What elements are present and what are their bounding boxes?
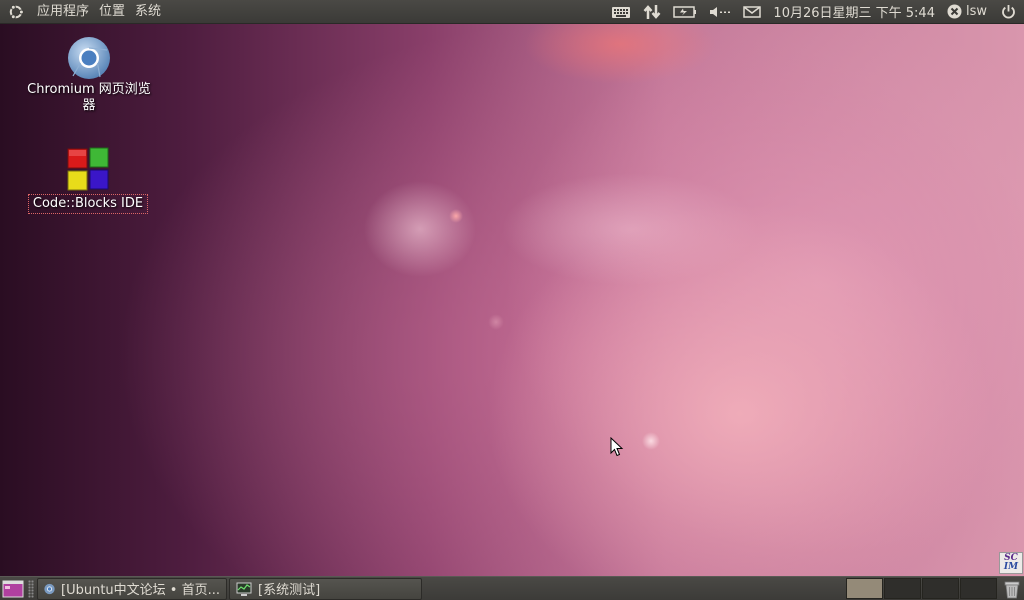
- trash-icon[interactable]: [1001, 578, 1023, 600]
- ubuntu-logo-icon[interactable]: [6, 2, 26, 22]
- show-desktop-button[interactable]: [1, 578, 25, 600]
- taskbar-button-label: [Ubuntu中文论坛 • 首页...: [61, 583, 220, 598]
- codeblocks-icon: [67, 147, 109, 191]
- mail-icon[interactable]: [743, 0, 762, 24]
- user-name[interactable]: lsw: [966, 4, 987, 19]
- bottom-panel: [Ubuntu中文论坛 • 首页... [系统测试]: [0, 576, 1024, 600]
- menu-system[interactable]: 系统: [130, 0, 166, 24]
- wallpaper-light-spot: [488, 314, 504, 330]
- chromium-icon: [68, 37, 110, 79]
- user-status-icon[interactable]: [947, 0, 962, 24]
- workspace-3[interactable]: [922, 578, 959, 599]
- desktop-icon-codeblocks[interactable]: Code::Blocks IDE: [26, 146, 150, 214]
- battery-icon[interactable]: [673, 0, 697, 24]
- workspace-2[interactable]: [884, 578, 921, 599]
- workspace-4[interactable]: [960, 578, 997, 599]
- show-desktop-icon: [2, 580, 24, 597]
- workspace-switcher: [846, 578, 998, 599]
- desktop-icon-label: Code::Blocks IDE: [27, 194, 149, 214]
- menu-applications[interactable]: 应用程序: [32, 0, 94, 24]
- scim-label: IM: [1003, 562, 1019, 572]
- scim-input-method-icon[interactable]: SC IM: [999, 552, 1023, 574]
- top-panel: 应用程序 位置 系统 10月26日星期三 下午 5:44 lsw: [0, 0, 1024, 24]
- network-icon[interactable]: [643, 0, 661, 24]
- menu-places[interactable]: 位置: [94, 0, 130, 24]
- taskbar-button-system-test[interactable]: [系统测试]: [229, 577, 422, 600]
- system-monitor-icon: [236, 582, 252, 596]
- taskbar-button-browser[interactable]: [Ubuntu中文论坛 • 首页...: [37, 577, 227, 600]
- system-tray: 10月26日星期三 下午 5:44 lsw: [605, 0, 1024, 24]
- workspace-1[interactable]: [846, 578, 883, 599]
- chromium-icon: [44, 583, 55, 594]
- power-icon[interactable]: [1001, 0, 1016, 24]
- taskbar-button-label: [系统测试]: [258, 583, 321, 598]
- mouse-cursor-icon: [610, 437, 624, 457]
- clock[interactable]: 10月26日星期三 下午 5:44: [773, 2, 935, 21]
- keyboard-icon[interactable]: [611, 0, 631, 24]
- desktop-icon-label: Chromium 网页浏览器: [27, 82, 151, 113]
- desktop-icon-chromium[interactable]: Chromium 网页浏览器: [24, 36, 154, 114]
- volume-icon[interactable]: [709, 0, 731, 24]
- wallpaper-light-spot: [449, 209, 463, 223]
- panel-drag-handle[interactable]: [28, 579, 34, 598]
- wallpaper-light-spot: [642, 432, 660, 450]
